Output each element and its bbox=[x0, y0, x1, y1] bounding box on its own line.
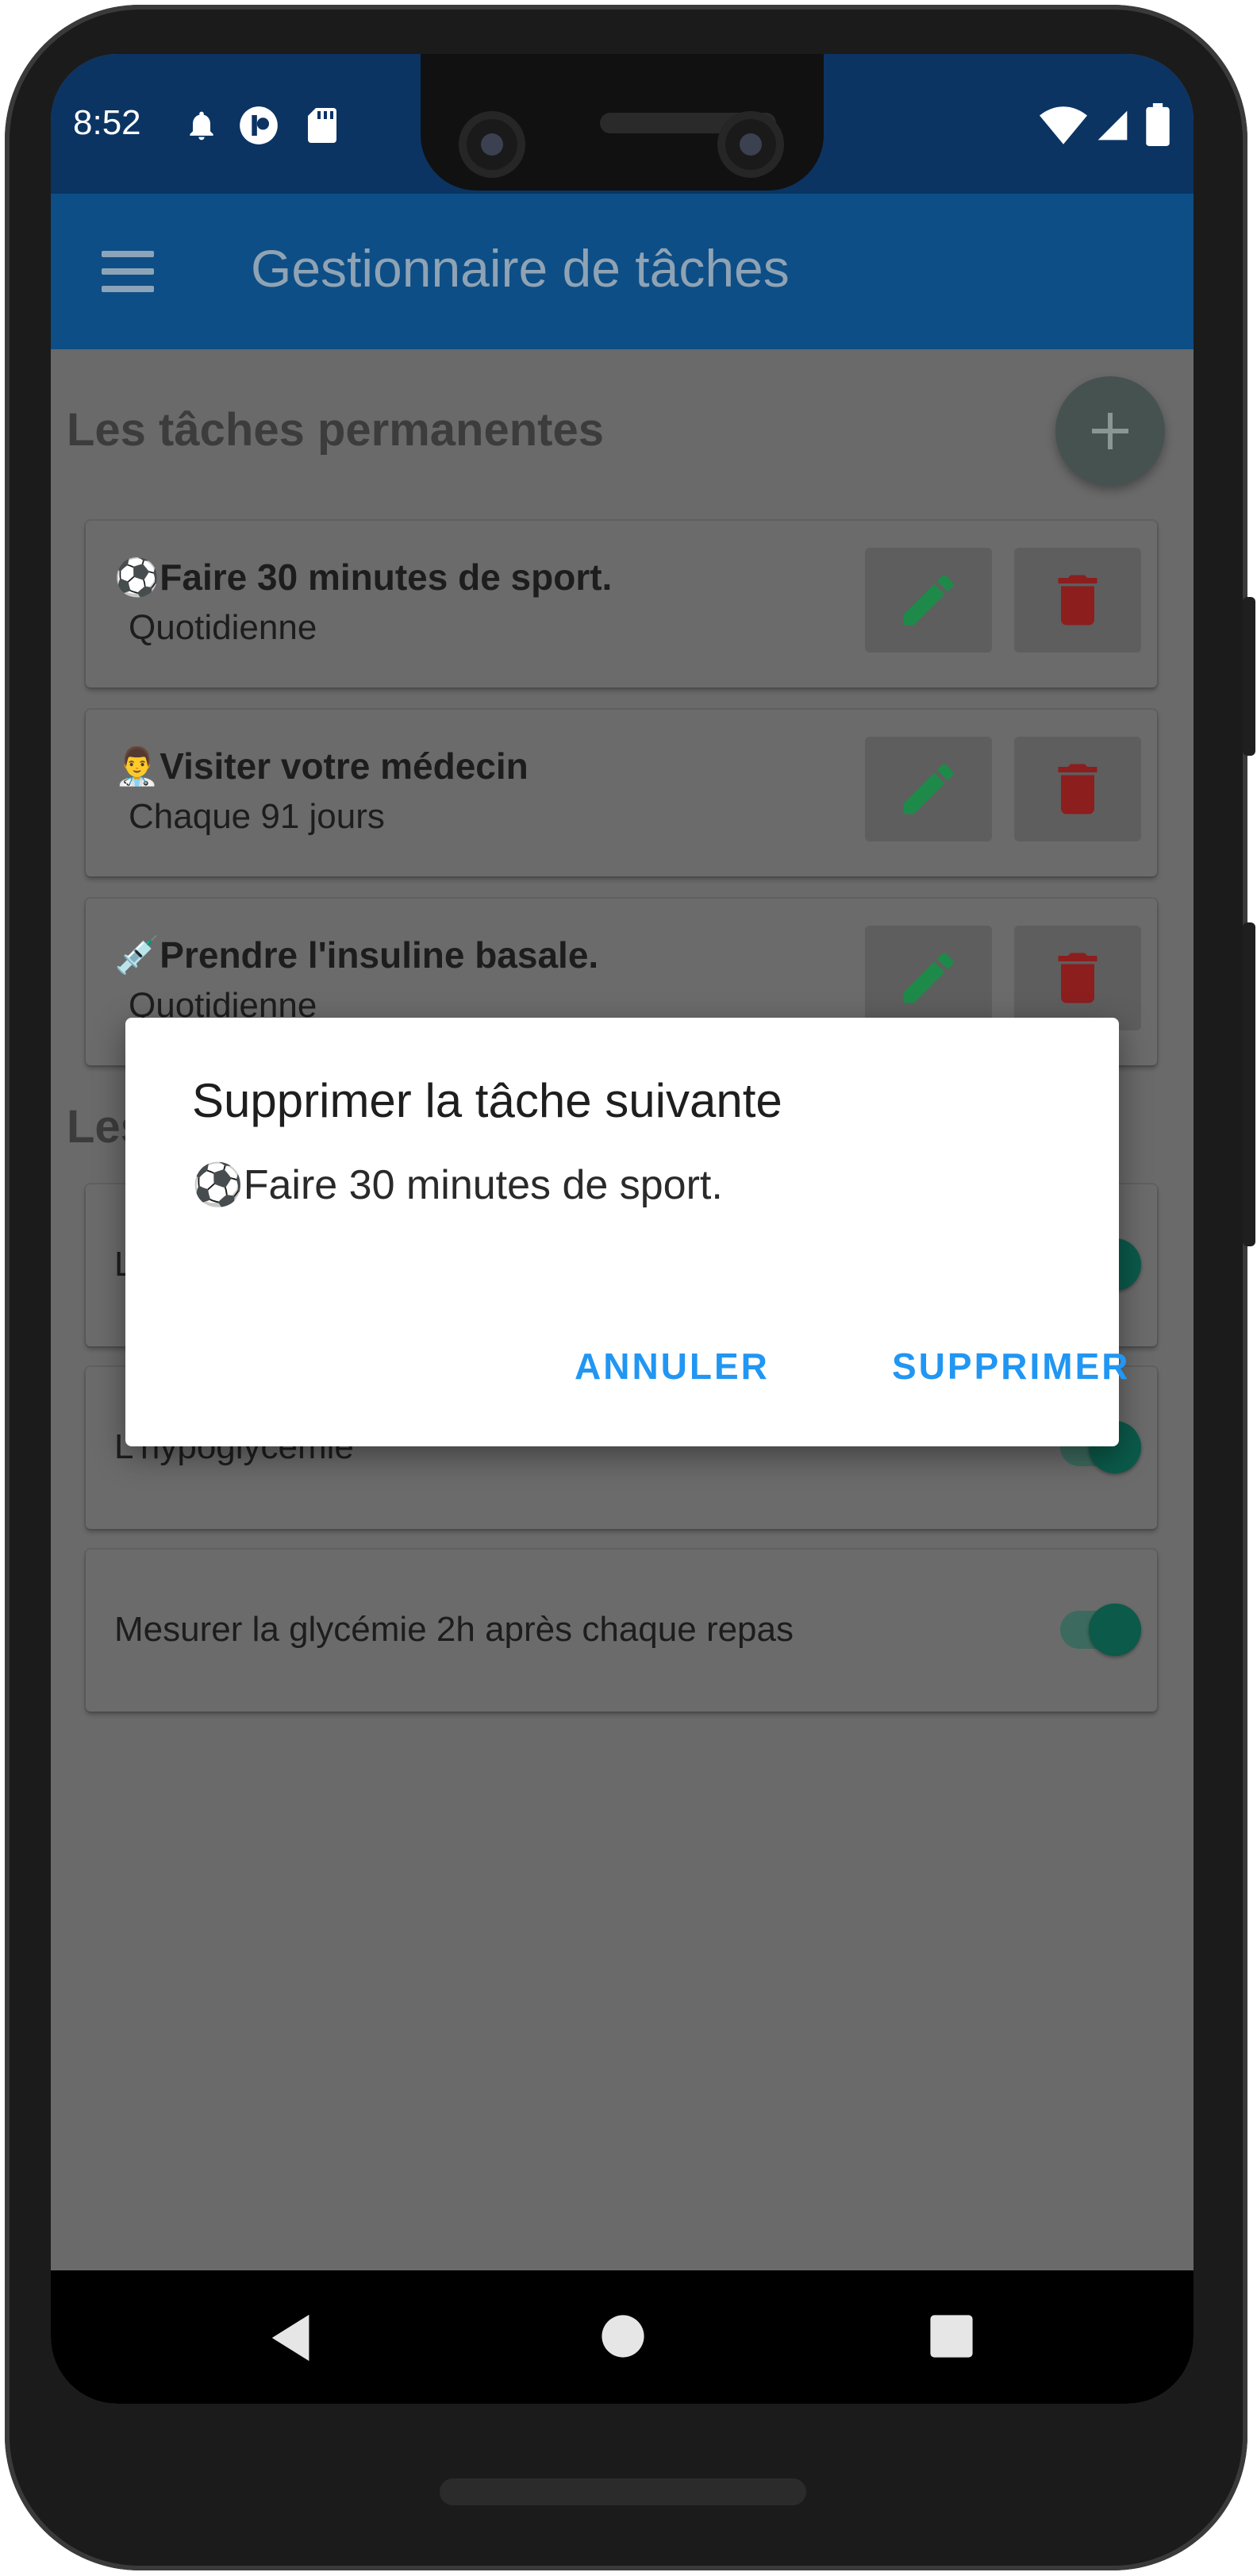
edit-button[interactable] bbox=[865, 926, 992, 1030]
reminder-card[interactable]: Mesurer la glycémie 2h après chaque repa… bbox=[86, 1550, 1157, 1712]
pencil-icon bbox=[903, 953, 954, 1003]
status-time: 8:52 bbox=[73, 103, 141, 142]
bottom-speaker bbox=[440, 2478, 806, 2505]
status-bar: 8:52 bbox=[51, 54, 1194, 194]
menu-icon[interactable] bbox=[51, 194, 202, 349]
confirm-delete-button[interactable]: SUPPRIMER bbox=[892, 1345, 1130, 1388]
power-button bbox=[1243, 597, 1255, 756]
soccer-ball-icon: ⚽ bbox=[114, 556, 160, 598]
pencil-icon bbox=[903, 764, 954, 814]
delete-confirm-dialog: Supprimer la tâche suivante ⚽Faire 30 mi… bbox=[125, 1018, 1128, 1446]
delete-button[interactable] bbox=[1014, 737, 1141, 841]
wifi-icon bbox=[1040, 106, 1087, 148]
app-title: Gestionnaire de tâches bbox=[251, 239, 790, 298]
recents-icon[interactable] bbox=[928, 2313, 974, 2363]
doctor-icon: 👨‍⚕️ bbox=[114, 745, 160, 787]
lastpass-icon bbox=[238, 105, 279, 150]
reminder-toggle[interactable] bbox=[1054, 1602, 1141, 1658]
task-card[interactable]: ⚽Faire 30 minutes de sport. Quotidienne bbox=[86, 521, 1157, 687]
screen: 8:52 Gestionnaire de tâches Les tâches p… bbox=[51, 54, 1194, 2404]
delete-button[interactable] bbox=[1014, 548, 1141, 653]
sd-card-icon bbox=[306, 106, 338, 148]
reminder-label: Mesurer la glycémie 2h après chaque repa… bbox=[114, 1610, 794, 1649]
delete-button[interactable] bbox=[1014, 926, 1141, 1030]
navigation-bar bbox=[51, 2270, 1194, 2404]
camera-notch bbox=[421, 54, 824, 191]
back-icon[interactable] bbox=[265, 2310, 321, 2370]
syringe-icon: 💉 bbox=[114, 934, 160, 976]
task-frequency: Quotidienne bbox=[129, 608, 317, 647]
permanent-tasks-heading: Les tâches permanentes bbox=[67, 404, 604, 456]
cancel-button[interactable]: ANNULER bbox=[575, 1345, 770, 1388]
bell-icon bbox=[184, 108, 219, 147]
battery-icon bbox=[1146, 103, 1170, 150]
task-title: 👨‍⚕️Visiter votre médecin bbox=[114, 745, 529, 787]
edit-button[interactable] bbox=[865, 737, 992, 841]
edit-button[interactable] bbox=[865, 548, 992, 653]
task-card[interactable]: 👨‍⚕️Visiter votre médecin Chaque 91 jour… bbox=[86, 710, 1157, 876]
volume-button bbox=[1243, 922, 1255, 1246]
trash-icon bbox=[1058, 953, 1097, 1003]
trash-icon bbox=[1058, 575, 1097, 626]
signal-icon bbox=[1095, 108, 1130, 147]
front-camera-2 bbox=[717, 111, 784, 178]
pencil-icon bbox=[903, 575, 954, 626]
task-frequency: Chaque 91 jours bbox=[129, 797, 385, 836]
add-task-button[interactable] bbox=[1055, 376, 1165, 486]
task-title: 💉Prendre l'insuline basale. bbox=[114, 934, 599, 976]
dialog-title: Supprimer la tâche suivante bbox=[192, 1074, 782, 1127]
dialog-message: ⚽Faire 30 minutes de sport. bbox=[192, 1162, 723, 1208]
home-icon[interactable] bbox=[600, 2313, 646, 2363]
front-camera bbox=[459, 111, 525, 178]
trash-icon bbox=[1058, 764, 1097, 814]
plus-icon bbox=[1092, 413, 1128, 449]
task-title: ⚽Faire 30 minutes de sport. bbox=[114, 556, 613, 598]
